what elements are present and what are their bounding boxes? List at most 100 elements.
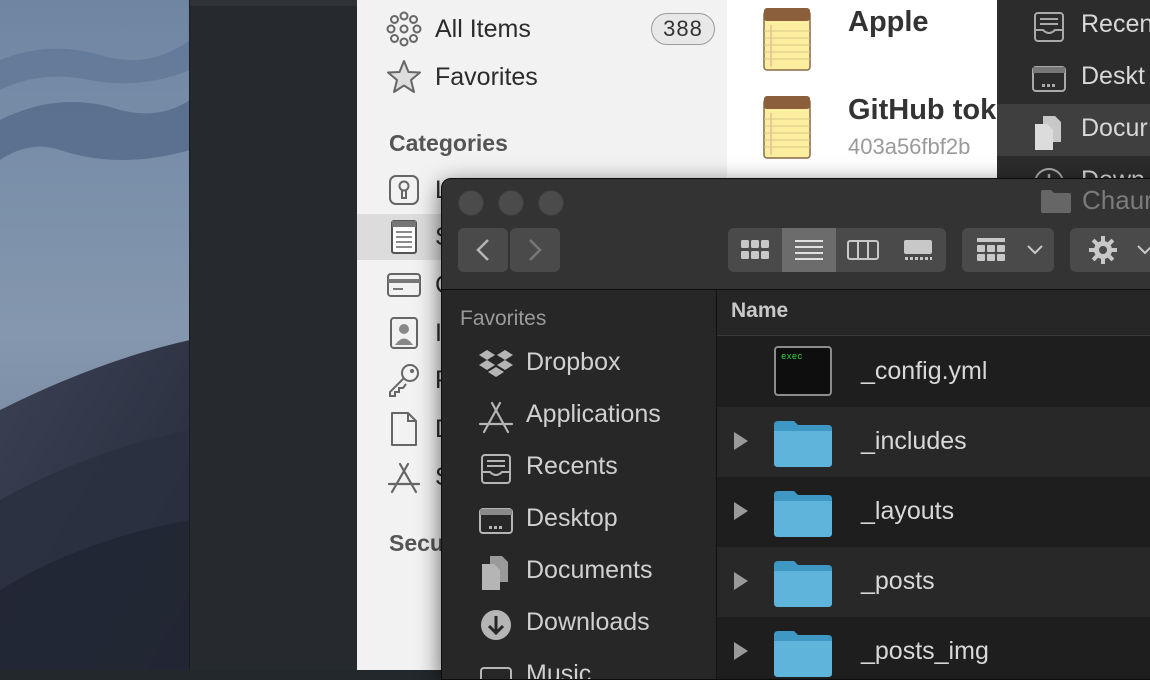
item-count-badge: 388 [651, 13, 715, 45]
disclosure-triangle-icon[interactable] [734, 432, 748, 450]
sidebar-item-dropbox[interactable]: Dropbox [442, 338, 716, 390]
exec-label: exec [781, 352, 803, 362]
file-name: _posts [861, 567, 935, 595]
chevron-left-icon [476, 239, 489, 261]
icon-view-button[interactable] [728, 228, 782, 272]
file-name: _includes [861, 427, 967, 455]
sidebar-item-desktop[interactable]: Deskt [997, 52, 1150, 104]
file-list: Name exec _config.yml _includes _layouts [717, 290, 1150, 679]
key-icon [385, 361, 423, 399]
sidebar-item-label: Downloads [526, 608, 650, 636]
sidebar-item-label: Applications [526, 400, 661, 428]
close-window-button[interactable] [458, 190, 484, 216]
sidebar-item-desktop[interactable]: Desktop [442, 494, 716, 546]
disclosure-triangle-icon[interactable] [734, 502, 748, 520]
all-items-icon [385, 10, 423, 48]
sidebar-item-label: Music [526, 660, 592, 680]
document-icon [385, 410, 423, 448]
sidebar-item-applications[interactable]: Applications [442, 390, 716, 442]
background-window [189, 0, 358, 670]
sidebar-item-documents[interactable]: Docur [997, 104, 1150, 156]
secure-note-icon [385, 218, 423, 256]
sidebar-item-favorites[interactable]: Favorites [357, 54, 727, 100]
recents-icon [1031, 10, 1067, 44]
file-row[interactable]: _includes [717, 407, 1150, 477]
sidebar-item-label: Recents [526, 452, 618, 480]
file-name: _layouts [861, 497, 955, 525]
action-menu-button[interactable] [1070, 228, 1150, 272]
grid-icon [741, 240, 769, 259]
column-header-label: Name [731, 299, 789, 322]
file-row[interactable]: _posts [717, 547, 1150, 617]
background-window-titlebar [190, 0, 358, 6]
dropbox-icon [476, 346, 516, 384]
zoom-window-button[interactable] [538, 190, 564, 216]
documents-icon [476, 554, 516, 592]
list-item[interactable]: Apple [727, 0, 997, 88]
item-title: GitHub tok [848, 94, 997, 126]
executable-file-icon: exec [772, 345, 834, 399]
finder-window: Chaur Favorites Dropbox Applications Rec… [441, 178, 1150, 680]
item-title: Apple [848, 6, 929, 38]
identity-icon [385, 314, 423, 352]
gear-icon [1076, 228, 1130, 272]
sidebar-item-all-items[interactable]: All Items 388 [357, 6, 727, 52]
credit-card-icon [385, 266, 423, 304]
folder-icon [1041, 189, 1071, 213]
window-title: Chaur [1040, 185, 1150, 216]
sidebar-item-documents[interactable]: Documents [442, 546, 716, 598]
file-row[interactable]: exec _config.yml [717, 337, 1150, 407]
notepad-icon [763, 7, 811, 71]
sidebar-item-downloads[interactable]: Downloads [442, 598, 716, 650]
file-row[interactable]: _layouts [717, 477, 1150, 547]
forward-button[interactable] [510, 228, 560, 272]
sidebar-item-label: Recen [1081, 10, 1150, 38]
minimize-window-button[interactable] [498, 190, 524, 216]
group-by-button[interactable] [962, 228, 1054, 272]
sidebar-item-recents[interactable]: Recen [997, 0, 1150, 52]
back-button[interactable] [458, 228, 508, 272]
applications-icon [476, 398, 516, 436]
list-view-button[interactable] [782, 228, 836, 272]
list-icon [795, 240, 823, 260]
file-row[interactable]: _posts_img [717, 617, 1150, 679]
documents-icon [1031, 114, 1067, 150]
keyhole-icon [385, 171, 423, 209]
sidebar-item-label: Desktop [526, 504, 618, 532]
chevron-down-icon [1020, 228, 1050, 272]
security-heading: Secu [389, 530, 444, 556]
sidebar-item-music[interactable]: Music [442, 650, 716, 680]
disclosure-triangle-icon[interactable] [734, 642, 748, 660]
favorites-heading: Favorites [460, 307, 547, 330]
desktop-icon [1031, 62, 1067, 96]
app-store-icon [385, 458, 423, 496]
column-header-name[interactable]: Name [717, 290, 1150, 336]
disclosure-triangle-icon[interactable] [734, 572, 748, 590]
folder-icon [772, 415, 834, 469]
view-mode-selector [728, 228, 946, 272]
sidebar-item-label: All Items [435, 14, 531, 43]
gallery-view-button[interactable] [890, 228, 946, 272]
star-icon [385, 58, 423, 96]
item-subtitle: 403a56fbf2b [848, 134, 971, 159]
folder-icon [772, 555, 834, 609]
sidebar-item-recents[interactable]: Recents [442, 442, 716, 494]
sidebar-item-label: Documents [526, 556, 653, 584]
notepad-icon [763, 95, 811, 159]
window-title-text: Chaur [1082, 185, 1150, 215]
folder-icon [772, 625, 834, 679]
chevron-down-icon [1130, 228, 1150, 272]
navigation-buttons [458, 228, 560, 272]
file-name: _posts_img [861, 637, 989, 665]
finder-toolbar: Chaur [442, 179, 1150, 290]
desktop-icon [476, 502, 516, 540]
list-item[interactable]: GitHub tok 403a56fbf2b [727, 88, 997, 176]
desktop-wallpaper [0, 0, 190, 670]
column-view-button[interactable] [836, 228, 890, 272]
music-icon [476, 658, 516, 679]
chevron-right-icon [529, 239, 542, 261]
categories-heading: Categories [389, 130, 508, 156]
group-icon [966, 228, 1016, 272]
folder-icon [772, 485, 834, 539]
sidebar-item-label: Docur [1081, 114, 1148, 142]
